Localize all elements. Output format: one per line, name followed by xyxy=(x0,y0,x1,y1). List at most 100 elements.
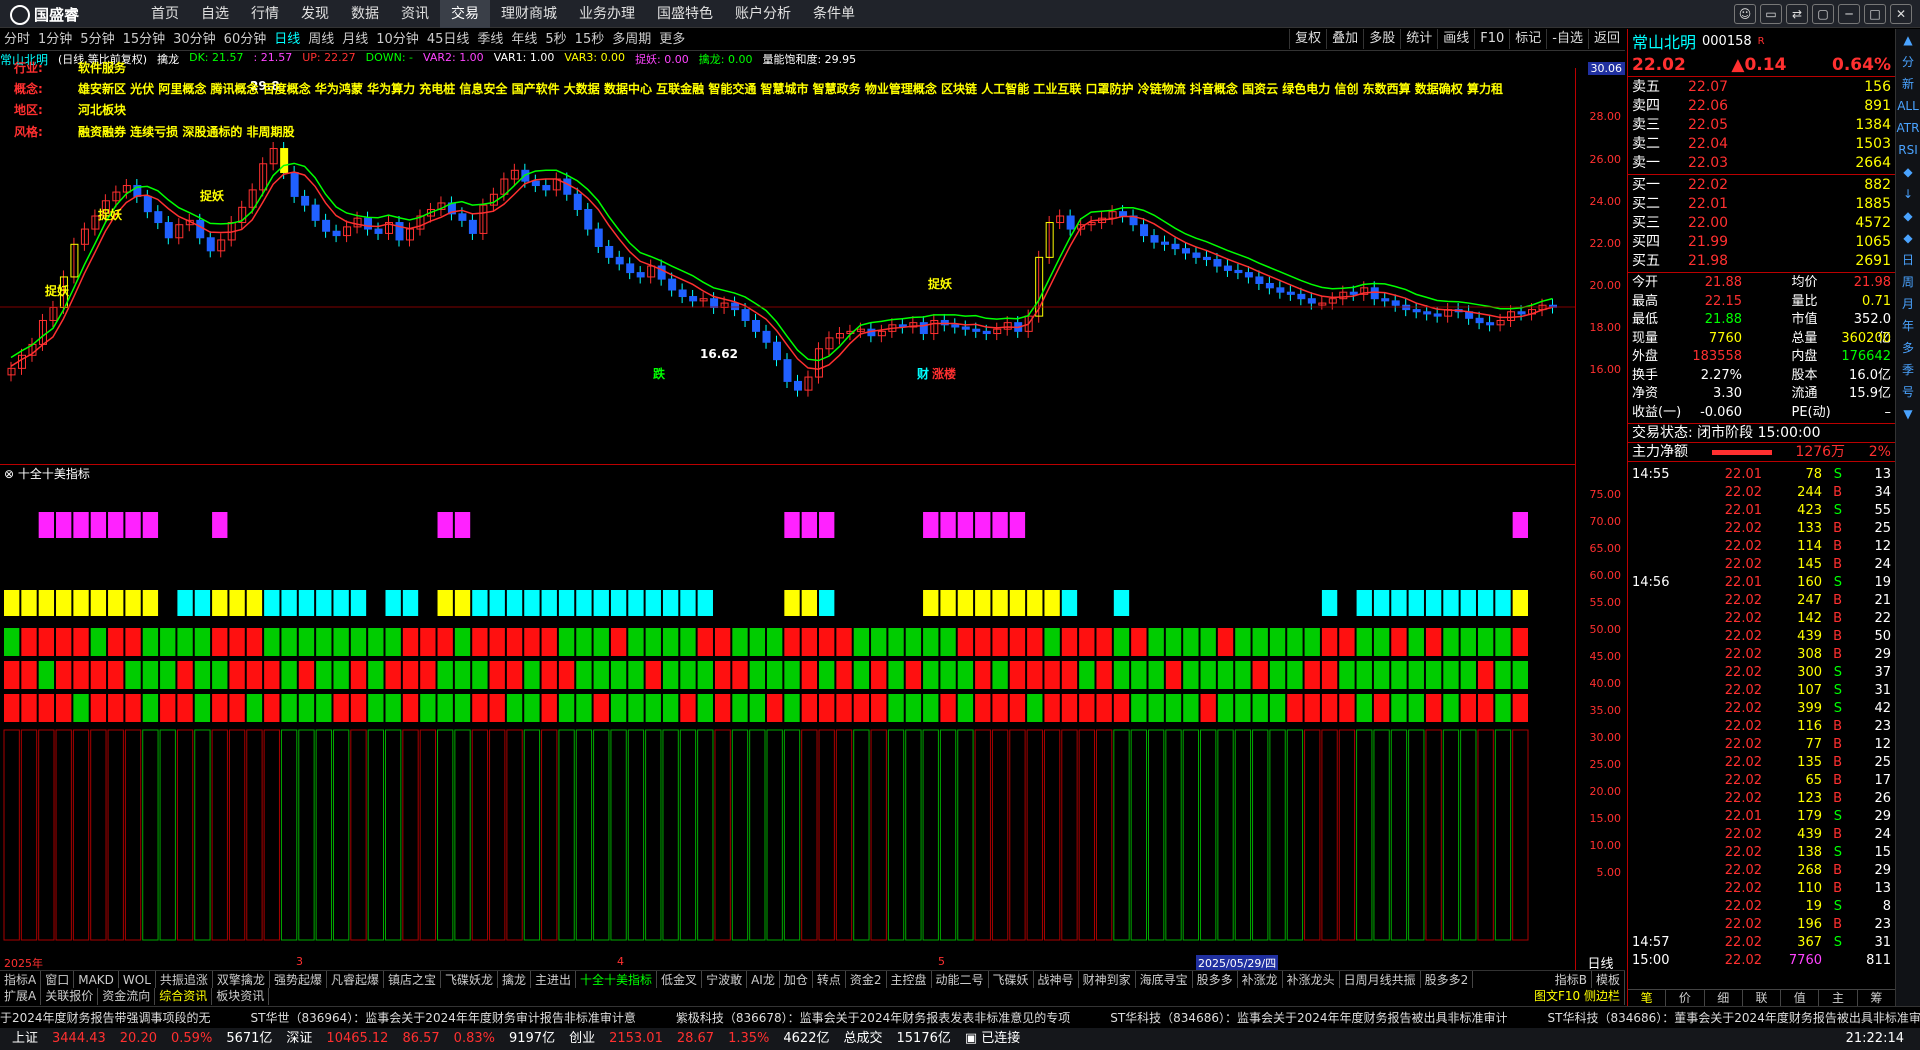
tab-right-0[interactable]: 指标B xyxy=(1551,971,1592,988)
period-tab-13[interactable]: 5秒 xyxy=(541,29,570,50)
period-tab-7[interactable]: 周线 xyxy=(304,29,338,50)
ticker-item[interactable]: ST华科技（834686）：董事会关于2024年度财务报告被出具非标准审计 xyxy=(1548,1007,1920,1028)
indicator-tab-2[interactable]: MAKD xyxy=(74,971,119,988)
menu-item-11[interactable]: 条件单 xyxy=(802,0,866,28)
indicator-chart[interactable] xyxy=(0,480,1575,958)
sidebar-item-3[interactable]: ALL xyxy=(1896,95,1920,117)
chart-tool-2[interactable]: 多股 xyxy=(1363,29,1400,49)
indicator-tab-23[interactable]: 财神到家 xyxy=(1079,971,1136,988)
sidebar-item-11[interactable]: 周 xyxy=(1896,271,1920,293)
indicator-tab-7[interactable]: 凡睿起爆 xyxy=(327,971,384,988)
sidebar-item-0[interactable]: ▲ xyxy=(1896,29,1920,51)
period-tab-2[interactable]: 5分钟 xyxy=(76,29,118,50)
indicator-tab-0[interactable]: 指标A xyxy=(0,971,42,988)
period-tab-9[interactable]: 10分钟 xyxy=(372,29,423,50)
copy-icon[interactable]: ▭ xyxy=(1760,4,1782,24)
sidebar-item-14[interactable]: 多 xyxy=(1896,337,1920,359)
chart-tool-1[interactable]: 叠加 xyxy=(1326,29,1363,49)
indicator-tab-20[interactable]: 动能二号 xyxy=(932,971,989,988)
menu-item-10[interactable]: 账户分析 xyxy=(724,0,802,28)
chart-tool-7[interactable]: -自选 xyxy=(1546,29,1588,49)
period-tab-10[interactable]: 45日线 xyxy=(423,29,474,50)
sidebar-item-1[interactable]: 分 xyxy=(1896,51,1920,73)
sidebar-item-9[interactable]: ◆ xyxy=(1896,227,1920,249)
period-tab-12[interactable]: 年线 xyxy=(507,29,541,50)
sidebar-item-12[interactable]: 月 xyxy=(1896,293,1920,315)
period-tab-4[interactable]: 30分钟 xyxy=(169,29,220,50)
news-ticker[interactable]: 于2024年度财务报告带强调事项段的无 ST华世（836964）：监事会关于202… xyxy=(0,1006,1920,1028)
menu-item-7[interactable]: 理财商城 xyxy=(490,0,568,28)
indicator-tab-29[interactable]: 股多多2 xyxy=(1421,971,1474,988)
quote-tab-6[interactable]: 筹 xyxy=(1858,990,1896,1006)
sidebar-item-16[interactable]: 号 xyxy=(1896,381,1920,403)
period-tab-5[interactable]: 60分钟 xyxy=(220,29,271,50)
sidebar-item-10[interactable]: 日 xyxy=(1896,249,1920,271)
tick-trades[interactable]: 14:55 22.01 78 S 13 22.02 244 B 34 22.01 423 S 55 22.… xyxy=(1628,462,1895,970)
indicator-tab-4[interactable]: 共振追涨 xyxy=(156,971,213,988)
subtab-3[interactable]: 综合资讯 xyxy=(155,988,213,1005)
quote-tab-5[interactable]: 主 xyxy=(1819,990,1858,1006)
menu-item-0[interactable]: 首页 xyxy=(140,0,190,28)
ticker-item[interactable]: ST华科技（834686）：监事会关于2024年年度财务报告被出具非标准审计 xyxy=(1110,1007,1507,1028)
period-tab-11[interactable]: 季线 xyxy=(473,29,507,50)
indicator-tab-13[interactable]: 低金叉 xyxy=(657,971,703,988)
chart-tool-3[interactable]: 统计 xyxy=(1400,29,1437,49)
quote-tab-1[interactable]: 价 xyxy=(1666,990,1705,1006)
period-tab-1[interactable]: 1分钟 xyxy=(34,29,76,50)
period-tab-6[interactable]: 日线 xyxy=(270,29,304,50)
sidebar-item-8[interactable]: ◆ xyxy=(1896,205,1920,227)
close-icon[interactable]: ✕ xyxy=(1890,4,1912,24)
period-tab-16[interactable]: 更多 xyxy=(655,29,689,50)
indicator-tab-8[interactable]: 镇店之宝 xyxy=(384,971,441,988)
sidebar-item-5[interactable]: RSI xyxy=(1896,139,1920,161)
menu-item-5[interactable]: 资讯 xyxy=(390,0,440,28)
period-tab-15[interactable]: 多周期 xyxy=(608,29,655,50)
chart-tool-4[interactable]: 画线 xyxy=(1437,29,1474,49)
indicator-tab-9[interactable]: 飞碟妖龙 xyxy=(441,971,498,988)
ticker-item[interactable]: ST华世（836964）：监事会关于2024年年度财务审计报告非标准审计意 xyxy=(251,1007,636,1028)
indicator-tab-21[interactable]: 飞碟妖 xyxy=(989,971,1034,988)
indicator-tab-10[interactable]: 擒龙 xyxy=(498,971,532,988)
sidebar-item-17[interactable]: ▼ xyxy=(1896,403,1920,425)
subtab-0[interactable]: 扩展A xyxy=(0,988,42,1005)
tab-right-1[interactable]: 模板 xyxy=(1592,971,1625,988)
period-tab-8[interactable]: 月线 xyxy=(338,29,372,50)
chart-tool-5[interactable]: F10 xyxy=(1474,29,1509,49)
indicator-tab-5[interactable]: 双擎擒龙 xyxy=(213,971,270,988)
minimize-icon[interactable]: ─ xyxy=(1838,4,1860,24)
menu-item-8[interactable]: 业务办理 xyxy=(568,0,646,28)
indicator-tab-22[interactable]: 战神号 xyxy=(1034,971,1079,988)
sidebar-item-4[interactable]: ATR xyxy=(1896,117,1920,139)
indicator-tab-15[interactable]: AI龙 xyxy=(747,971,780,988)
sidebar-item-15[interactable]: 季 xyxy=(1896,359,1920,381)
subtab-2[interactable]: 资金流向 xyxy=(98,988,156,1005)
quote-tab-0[interactable]: 笔 xyxy=(1628,990,1667,1006)
chat-icon[interactable]: ☺ xyxy=(1734,4,1756,24)
ticker-item[interactable]: 紫极科技（836678）：监事会关于2024年财务报表发表非标准意见的专项 xyxy=(676,1007,1070,1028)
indicator-tab-26[interactable]: 补涨龙 xyxy=(1238,971,1283,988)
period-tab-14[interactable]: 15秒 xyxy=(571,29,609,50)
menu-item-2[interactable]: 行情 xyxy=(240,0,290,28)
quote-tab-4[interactable]: 值 xyxy=(1781,990,1820,1006)
menu-item-1[interactable]: 自选 xyxy=(190,0,240,28)
restore-icon[interactable]: ▢ xyxy=(1812,4,1834,24)
sidebar-item-7[interactable]: ↓ xyxy=(1896,183,1920,205)
chart-tool-6[interactable]: 标记 xyxy=(1509,29,1546,49)
indicator-tab-28[interactable]: 日周月线共振 xyxy=(1340,971,1421,988)
chart-tool-0[interactable]: 复权 xyxy=(1289,29,1326,49)
menu-item-9[interactable]: 国盛特色 xyxy=(646,0,724,28)
subtab-1[interactable]: 关联报价 xyxy=(41,988,99,1005)
maximize-icon[interactable]: □ xyxy=(1864,4,1886,24)
indicator-tab-17[interactable]: 转点 xyxy=(813,971,846,988)
indicator-tab-19[interactable]: 主控盘 xyxy=(887,971,932,988)
side-panel-toggle[interactable]: 图文F10 侧边栏 xyxy=(1530,988,1625,1005)
ticker-item[interactable]: 于2024年度财务报告带强调事项段的无 xyxy=(0,1007,211,1028)
sidebar-item-6[interactable]: ◆ xyxy=(1896,161,1920,183)
menu-item-3[interactable]: 发现 xyxy=(290,0,340,28)
exchange-icon[interactable]: ⇄ xyxy=(1786,4,1808,24)
subtab-4[interactable]: 板块资讯 xyxy=(212,988,270,1005)
chart-tool-8[interactable]: 返回 xyxy=(1587,29,1625,49)
sidebar-item-13[interactable]: 年 xyxy=(1896,315,1920,337)
sidebar-item-2[interactable]: 新 xyxy=(1896,73,1920,95)
indicator-tab-11[interactable]: 主进出 xyxy=(531,971,577,988)
